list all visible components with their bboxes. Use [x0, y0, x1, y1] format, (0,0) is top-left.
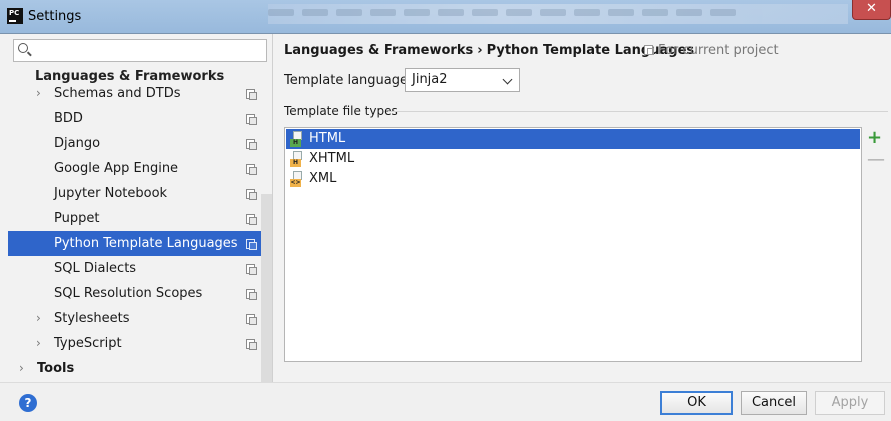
- file-types-list[interactable]: H HTML H XHTML <> XML: [284, 127, 862, 362]
- breadcrumb-parent: Languages & Frameworks: [284, 43, 474, 58]
- sidebar-scrollbar[interactable]: [261, 194, 272, 382]
- chevron-right-icon[interactable]: ›: [36, 306, 41, 331]
- sidebar-item-sql-dialects[interactable]: SQL Dialects: [8, 256, 261, 281]
- window-title: Settings: [28, 9, 82, 24]
- sidebar-item-label: Stylesheets: [54, 311, 130, 326]
- scope-label: For current project: [658, 43, 779, 58]
- dialog-footer: ? OK Cancel Apply: [0, 382, 891, 421]
- chevron-right-icon[interactable]: ›: [19, 356, 24, 381]
- project-scope-icon: [246, 189, 257, 200]
- sidebar-item-label: Python Template Languages: [54, 236, 238, 251]
- project-scope-icon: [246, 139, 257, 150]
- sidebar-item-google-app-engine[interactable]: Google App Engine: [8, 156, 261, 181]
- file-type-label: HTML: [309, 131, 346, 146]
- settings-sidebar: Languages & Frameworks › Schemas and DTD…: [8, 34, 273, 382]
- xml-file-icon: <>: [290, 171, 304, 187]
- sidebar-item-label: BDD: [54, 111, 83, 126]
- sidebar-item-label: Django: [54, 136, 101, 151]
- file-type-row-xhtml[interactable]: H XHTML: [286, 149, 860, 169]
- sidebar-item-label: SQL Dialects: [54, 261, 137, 276]
- file-type-label: XML: [309, 171, 337, 186]
- html-file-icon: H: [290, 131, 304, 147]
- sidebar-item-label: Jupyter Notebook: [54, 186, 168, 201]
- sidebar-item-schemas-and-dtds[interactable]: › Schemas and DTDs: [8, 81, 261, 106]
- template-language-label: Template language:: [284, 73, 413, 88]
- add-file-type-button[interactable]: +: [867, 129, 882, 147]
- sidebar-item-jupyter-notebook[interactable]: Jupyter Notebook: [8, 181, 261, 206]
- project-scope-icon: [246, 289, 257, 300]
- sidebar-item-label: TypeScript: [54, 336, 122, 351]
- sidebar-item-label: Schemas and DTDs: [54, 86, 181, 101]
- file-type-label: XHTML: [309, 151, 355, 166]
- file-type-row-xml[interactable]: <> XML: [286, 169, 860, 189]
- template-language-value: Jinja2: [412, 72, 448, 87]
- sidebar-item-sql-resolution-scopes[interactable]: SQL Resolution Scopes: [8, 281, 261, 306]
- sidebar-item-label: Tools: [37, 361, 75, 376]
- chevron-right-icon[interactable]: ›: [36, 81, 41, 106]
- search-input[interactable]: [13, 39, 267, 62]
- project-scope-icon: [246, 89, 257, 100]
- sidebar-item-puppet[interactable]: Puppet: [8, 206, 261, 231]
- breadcrumb-separator: ›: [477, 43, 483, 58]
- project-scope-icon: [246, 314, 257, 325]
- project-scope-icon: [644, 45, 654, 55]
- sidebar-item-stylesheets[interactable]: › Stylesheets: [8, 306, 261, 331]
- project-scope-icon: [246, 164, 257, 175]
- sidebar-item-label: Google App Engine: [54, 161, 179, 176]
- section-divider: [388, 111, 888, 112]
- project-scope-icon: [246, 239, 257, 250]
- sidebar-item-typescript[interactable]: › TypeScript: [8, 331, 261, 356]
- sidebar-item-tools[interactable]: › Tools: [8, 356, 261, 381]
- xhtml-file-icon: H: [290, 151, 304, 167]
- template-language-select[interactable]: Jinja2: [405, 68, 520, 92]
- close-button[interactable]: ✕: [852, 0, 891, 20]
- remove-file-type-button[interactable]: —: [867, 151, 885, 169]
- sidebar-item-python-template-languages[interactable]: Python Template Languages: [8, 231, 261, 256]
- file-types-title: Template file types: [284, 104, 398, 118]
- settings-content: Languages & Frameworks › Python Template L…: [274, 34, 891, 382]
- sidebar-item-bdd[interactable]: BDD: [8, 106, 261, 131]
- apply-button[interactable]: Apply: [815, 391, 885, 415]
- chevron-right-icon[interactable]: ›: [36, 331, 41, 356]
- chevron-down-icon: [502, 74, 513, 85]
- project-scope-icon: [246, 214, 257, 225]
- title-bar: PC Settings ✕: [0, 0, 891, 34]
- background-menu-strip: [268, 4, 848, 24]
- pycharm-app-icon: PC: [7, 8, 23, 24]
- file-type-row-html[interactable]: H HTML: [286, 129, 860, 149]
- project-scope-icon: [246, 114, 257, 125]
- ok-button[interactable]: OK: [660, 391, 733, 415]
- sidebar-item-label: Puppet: [54, 211, 100, 226]
- search-icon: [18, 43, 28, 53]
- scope-indicator: For current project: [644, 43, 779, 58]
- sidebar-item-django[interactable]: Django: [8, 131, 261, 156]
- project-scope-icon: [246, 339, 257, 350]
- cancel-button[interactable]: Cancel: [741, 391, 807, 415]
- project-scope-icon: [246, 264, 257, 275]
- sidebar-item-label: SQL Resolution Scopes: [54, 286, 203, 301]
- breadcrumb: Languages & Frameworks › Python Template L…: [284, 43, 694, 58]
- help-icon[interactable]: ?: [19, 394, 37, 412]
